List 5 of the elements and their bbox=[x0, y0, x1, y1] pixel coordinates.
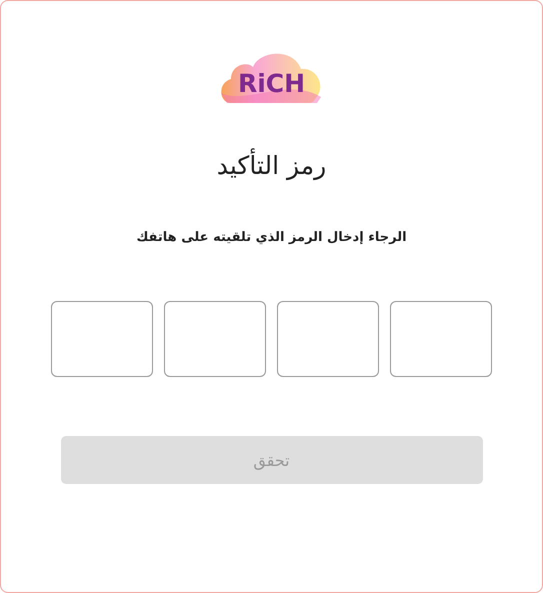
code-digit-field[interactable] bbox=[390, 301, 492, 377]
code-digit-field[interactable] bbox=[164, 301, 266, 377]
code-digit-field[interactable] bbox=[51, 301, 153, 377]
instruction-text: الرجاء إدخال الرمز الذي تلقيته على هاتفك bbox=[136, 230, 407, 245]
code-digit-field[interactable] bbox=[277, 301, 379, 377]
